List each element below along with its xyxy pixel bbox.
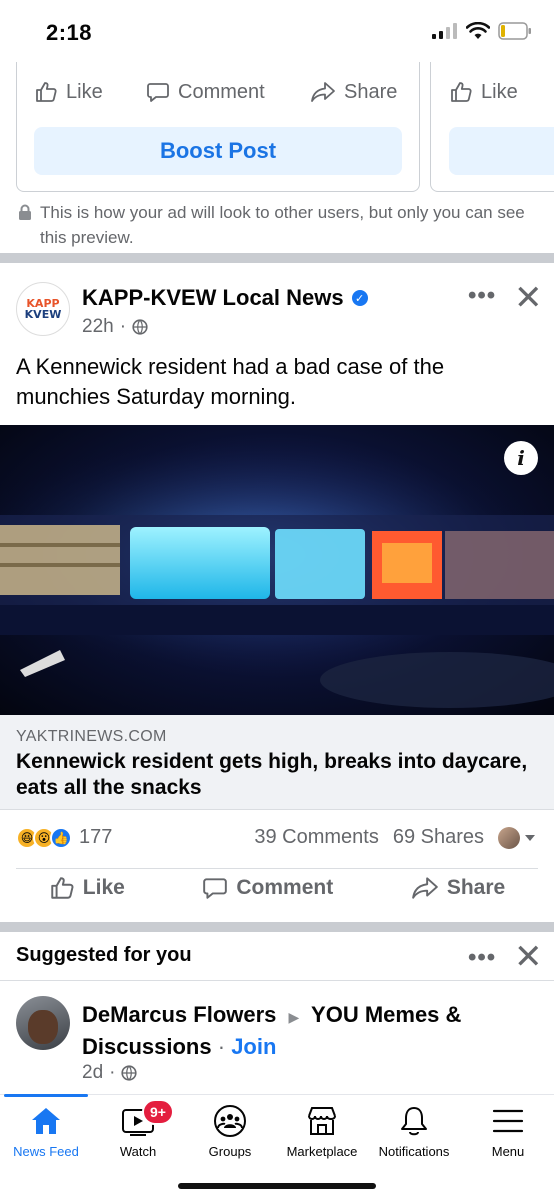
active-tab-indicator [4,1094,88,1097]
wifi-icon [466,22,490,39]
globe-icon [121,1065,138,1081]
tab-menu[interactable]: Menu [462,1104,554,1159]
link-domain: YAKTRINEWS.COM [16,728,167,745]
globe-icon [132,319,148,335]
battery-icon [498,22,531,40]
tab-label: News Feed [13,1144,79,1159]
share-label: Share [446,876,506,899]
reactions-summary[interactable]: 😆 😮 👍 177 [16,826,112,849]
lock-icon [19,204,31,220]
caret-down-icon [525,834,535,841]
comment-button[interactable]: Comment [202,875,333,901]
ad-comment-button[interactable]: Comment [146,80,265,104]
info-icon[interactable]: i [504,441,538,475]
ad-share-button[interactable]: Share [310,80,397,104]
watch-badge: 9+ [142,1099,174,1125]
share-button[interactable]: Share [411,875,505,901]
tab-notifications[interactable]: Notifications [368,1104,460,1159]
tab-label: Watch [119,1144,157,1159]
share-arrow-icon [311,82,335,102]
comment-icon [147,83,169,102]
groups-icon [214,1105,246,1137]
suggested-divider [0,980,554,981]
police-lights-illustration [0,435,554,708]
feed-separator [0,922,554,932]
thumbs-up-icon [36,82,57,102]
boost-post-button-2[interactable] [449,127,554,175]
join-group-link[interactable]: Join [231,1034,276,1059]
actions-divider [16,868,538,869]
meta-dot: · [119,316,127,337]
ad-note-text: This is how your ad will look to other u… [40,203,525,247]
thumbs-up-icon [451,82,472,102]
post-text: A Kennewick resident had a bad case of t… [16,354,445,409]
tab-marketplace[interactable]: Marketplace [276,1104,368,1159]
share-arrow-icon [411,877,438,899]
like-button[interactable]: Like [49,875,125,901]
marketplace-icon [308,1107,336,1135]
status-icons [432,22,532,40]
more-options-icon[interactable]: ••• [468,282,496,310]
page-name[interactable]: KAPP-KVEW Local News ✓ [82,285,368,311]
page-avatar[interactable]: KAPP KVEW [16,282,70,336]
thumbs-up-icon [51,877,74,899]
status-time: 2:18 [46,20,93,45]
comment-label: Comment [236,876,334,899]
post-image[interactable]: i [0,425,554,715]
ad-like-label: Like [66,80,103,103]
ad-like-label-2: Like [481,80,518,103]
menu-icon [492,1109,524,1133]
home-icon [32,1108,60,1134]
link-title[interactable]: Kennewick resident gets high, breaks int… [16,749,536,801]
suggested-close-icon[interactable]: ✕ [514,940,543,974]
audience-selector[interactable] [498,826,536,849]
comment-icon [203,878,228,899]
ad-like-button[interactable]: Like [34,80,103,104]
tab-label: Notifications [378,1144,450,1159]
tab-label: Groups [208,1144,252,1159]
like-label: Like [82,876,125,899]
suggested-post-header: DeMarcus Flowers ▶ YOU Memes & Discussio… [82,1000,522,1062]
ad-like-button-2[interactable]: Like [449,80,518,104]
tab-label: Marketplace [286,1144,358,1159]
avatar-text-line2: KVEW [24,308,62,321]
tab-label: Menu [491,1144,525,1159]
page-name-text: KAPP-KVEW Local News [82,285,344,310]
shares-count[interactable]: 69 Shares [393,826,484,849]
verified-badge-icon: ✓ [351,290,368,306]
suggested-title: Suggested for you [16,944,192,966]
cellular-signal-icon [432,23,457,39]
suggested-meta-dot: · [109,1062,116,1083]
feed-separator [0,253,554,263]
arrow-right-icon: ▶ [288,1009,300,1025]
home-indicator [178,1183,376,1189]
user-avatar[interactable] [16,996,70,1050]
suggested-dot: · [217,1034,226,1059]
boost-post-button[interactable]: Boost Post [34,127,402,175]
viewer-avatar [498,826,520,849]
like-reaction-icon: 👍 [50,826,72,849]
post-actions: Like Comment Share [0,875,554,901]
comments-count[interactable]: 39 Comments [254,826,379,849]
close-icon[interactable]: ✕ [514,281,543,315]
ad-share-label: Share [344,80,398,103]
suggested-meta: 2d · [82,1062,138,1084]
suggested-more-options-icon[interactable]: ••• [468,944,496,972]
suggested-user-name[interactable]: DeMarcus Flowers [82,1002,276,1027]
suggested-time[interactable]: 2d [82,1062,103,1084]
ad-preview-note: This is how your ad will look to other u… [18,200,538,250]
tab-groups[interactable]: Groups [184,1104,276,1159]
tab-news-feed[interactable]: News Feed [0,1104,92,1159]
reaction-count: 177 [79,826,113,848]
post-meta: 22h · [82,316,148,338]
ad-comment-label: Comment [178,80,265,103]
bell-icon [401,1107,427,1136]
engagement-counts: 39 Comments 69 Shares [254,826,536,849]
post-time[interactable]: 22h [82,316,114,338]
